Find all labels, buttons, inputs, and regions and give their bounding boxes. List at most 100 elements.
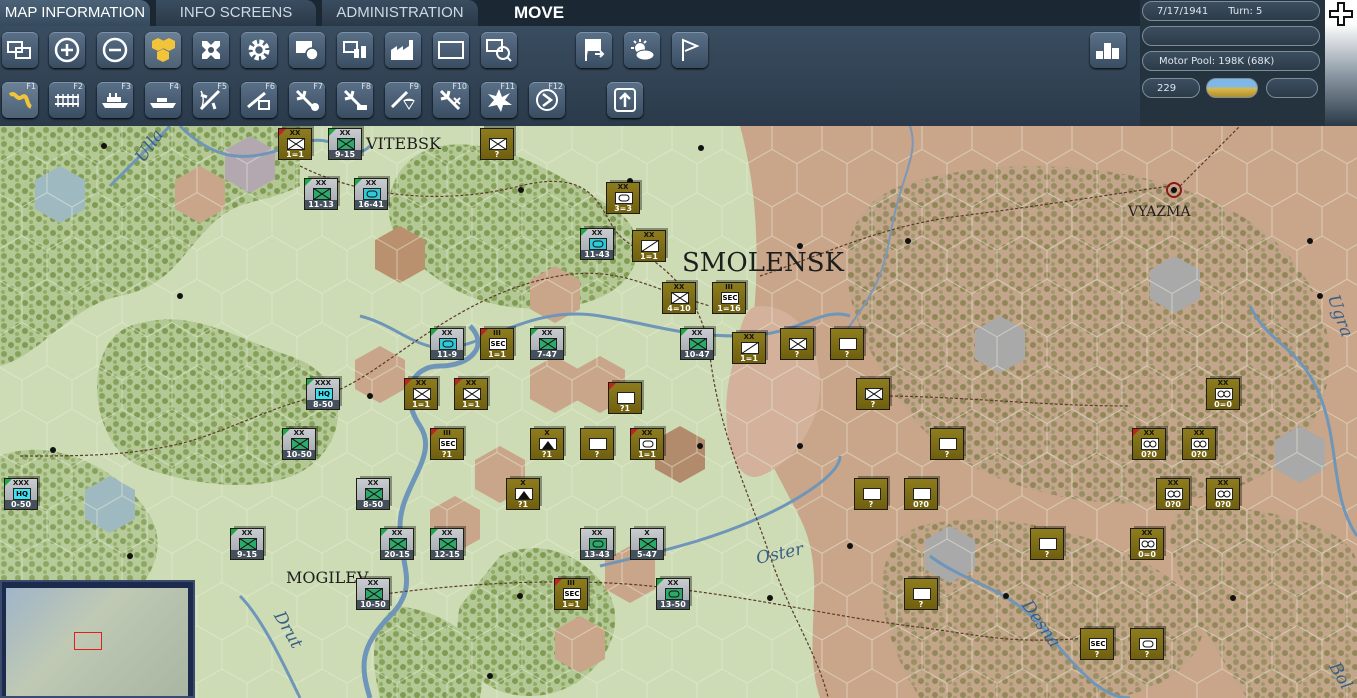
soviet-unit-counter[interactable]: XX 11-13 — [304, 178, 338, 210]
soviet-unit-counter[interactable]: XX 13-50 — [656, 578, 690, 610]
unit-strength: ?1 — [517, 500, 529, 509]
german-unit-counter[interactable]: SEC? — [1080, 628, 1114, 660]
german-unit-counter[interactable]: XX 0?0 — [1132, 428, 1166, 460]
supply-icon[interactable] — [337, 32, 373, 68]
soviet-unit-counter[interactable]: XX 20-15 — [380, 528, 414, 560]
soviet-unit-counter[interactable]: XX 7-47 — [530, 328, 564, 360]
soviet-unit-counter[interactable]: XX 8-50 — [356, 478, 390, 510]
unit-overlay-icon[interactable] — [289, 32, 325, 68]
german-unit-counter[interactable]: XX 0=0 — [1130, 528, 1164, 560]
german-unit-counter[interactable]: ? — [830, 328, 864, 360]
unit-size: XX — [591, 529, 603, 537]
german-unit-counter[interactable]: III SEC ?1 — [430, 428, 464, 460]
german-unit-counter[interactable]: III SEC 1=1 — [480, 328, 514, 360]
up-arrow-icon[interactable] — [607, 82, 643, 118]
weather-icon[interactable] — [624, 32, 660, 68]
soviet-unit-counter[interactable]: XX 10-47 — [680, 328, 714, 360]
factory-icon[interactable] — [385, 32, 421, 68]
soviet-unit-counter[interactable]: XX 11-9 — [430, 328, 464, 360]
rail-icon[interactable]: F2 — [49, 82, 85, 118]
unit-size: XX — [339, 129, 351, 137]
soviet-unit-counter[interactable]: XX 11-43 — [580, 228, 614, 260]
german-unit-counter[interactable]: ? — [904, 578, 938, 610]
german-unit-counter[interactable]: XX 1=1 — [404, 378, 438, 410]
german-unit-counter[interactable]: XX 0=0 — [1206, 378, 1240, 410]
mode-toolbar: F1 F2 F3 F4 F5 F6 F7 F8 F9 F10 F11 F12 — [0, 78, 1140, 122]
motor-pool-text: Motor Pool: 198K (68K) — [1159, 56, 1275, 67]
german-unit-counter[interactable]: XX 1=1 — [454, 378, 488, 410]
naval-transport-icon[interactable]: F3 — [97, 82, 133, 118]
german-unit-counter[interactable]: XX 0?0 — [1206, 478, 1240, 510]
german-unit-counter[interactable]: XX 0?0 — [1182, 428, 1216, 460]
soviet-unit-counter[interactable]: XX 9-15 — [230, 528, 264, 560]
german-unit-counter[interactable]: ? — [1130, 628, 1164, 660]
german-unit-counter[interactable]: X ?1 — [530, 428, 564, 460]
german-unit-counter[interactable]: ?1 — [604, 382, 642, 420]
tab-administration[interactable]: ADMINISTRATION — [322, 0, 478, 26]
air-recon-icon[interactable]: F5 — [193, 82, 229, 118]
unit-strength: 1=16 — [717, 304, 741, 313]
soviet-unit-counter[interactable]: XX 10-50 — [282, 428, 316, 460]
zoom-out-icon[interactable] — [97, 32, 133, 68]
naval-icon[interactable]: F4 — [145, 82, 181, 118]
explosion-icon[interactable]: F11 — [481, 82, 517, 118]
end-turn-icon[interactable]: F12 — [529, 82, 565, 118]
minimap-viewport[interactable] — [74, 632, 102, 650]
german-unit-counter[interactable]: III SEC 1=16 — [708, 282, 746, 320]
air-transfer-icon[interactable]: F6 — [241, 82, 277, 118]
ground-attack-icon[interactable]: F7 — [289, 82, 325, 118]
soviet-unit-counter[interactable]: XX 16-41 — [354, 178, 388, 210]
air-interdiction-icon[interactable]: F10 — [433, 82, 469, 118]
soviet-unit-counter[interactable]: XXX HQ 8-50 — [306, 378, 340, 410]
german-unit-counter[interactable]: X ?1 — [506, 478, 540, 510]
german-unit-counter[interactable]: ? — [480, 128, 514, 160]
german-unit-counter[interactable]: XX 1=1 — [728, 332, 766, 370]
german-unit-counter[interactable]: ? — [780, 328, 814, 360]
recon-icon[interactable] — [481, 32, 517, 68]
german-unit-counter[interactable]: ? — [854, 478, 888, 510]
soviet-unit-counter[interactable]: XX 12-15 — [430, 528, 464, 560]
unit-strength: ?1 — [619, 404, 631, 413]
tab-map-information[interactable]: MAP INFORMATION — [0, 0, 150, 26]
soviet-unit-counter[interactable]: XX 13-43 — [580, 528, 614, 560]
german-unit-counter[interactable]: XX 3=3 — [602, 182, 640, 220]
gear-icon[interactable] — [241, 32, 277, 68]
german-unit-counter[interactable]: III SEC 1=1 — [554, 578, 588, 610]
soviet-unit-counter[interactable]: X 5-47 — [630, 528, 664, 560]
move-flag-icon[interactable] — [576, 32, 612, 68]
paradrop-icon[interactable]: F9 — [385, 82, 421, 118]
hex-map[interactable]: VITEBSK SMOLENSK VYAZMA MOGILEV Ulla Oster Ugr… — [0, 126, 1357, 698]
german-unit-counter[interactable]: ? — [580, 428, 614, 460]
soviet-unit-counter[interactable]: XX 10-50 — [356, 578, 390, 610]
german-unit-counter[interactable]: XX 1=1 — [630, 428, 664, 460]
unit-size: XX — [367, 579, 379, 587]
german-unit-counter[interactable]: XX 1=1 — [632, 230, 666, 262]
german-unit-counter[interactable]: ? — [856, 378, 890, 410]
tab-move[interactable]: MOVE — [484, 0, 594, 26]
zoom-in-icon[interactable] — [49, 32, 85, 68]
bombing-icon[interactable]: F8 — [337, 82, 373, 118]
german-unit-counter[interactable]: XX 1=1 — [278, 128, 312, 160]
german-unit-counter[interactable]: XX 0?0 — [1156, 478, 1190, 510]
fortification-icon[interactable] — [193, 32, 229, 68]
hex-grid-icon[interactable] — [145, 32, 181, 68]
movement-mode-icon[interactable]: F1 — [2, 82, 38, 118]
minimap[interactable] — [0, 580, 195, 698]
statistics-icon[interactable] — [1090, 32, 1126, 68]
weather-indicator[interactable] — [1206, 78, 1258, 98]
soviet-unit-counter[interactable]: XXX HQ 0-50 — [4, 478, 38, 510]
unit-layers-icon[interactable] — [2, 32, 38, 68]
unit-strength: 0?0 — [1165, 500, 1181, 509]
german-unit-counter[interactable]: ? — [930, 428, 964, 460]
frame-icon[interactable] — [433, 32, 469, 68]
objective-flag-icon[interactable] — [672, 32, 708, 68]
unit-strength: 0?0 — [1141, 450, 1157, 459]
german-unit-counter[interactable]: 0?0 — [904, 478, 938, 510]
turn-text: Turn: 5 — [1228, 6, 1263, 17]
german-unit-counter[interactable]: XX 4=10 — [658, 282, 696, 320]
unit-strength: 0-50 — [5, 500, 37, 509]
german-unit-counter[interactable]: ? — [1030, 528, 1064, 560]
unit-size: XX — [673, 283, 685, 291]
tab-info-screens[interactable]: INFO SCREENS — [156, 0, 316, 26]
soviet-unit-counter[interactable]: XX 9-15 — [328, 128, 362, 160]
